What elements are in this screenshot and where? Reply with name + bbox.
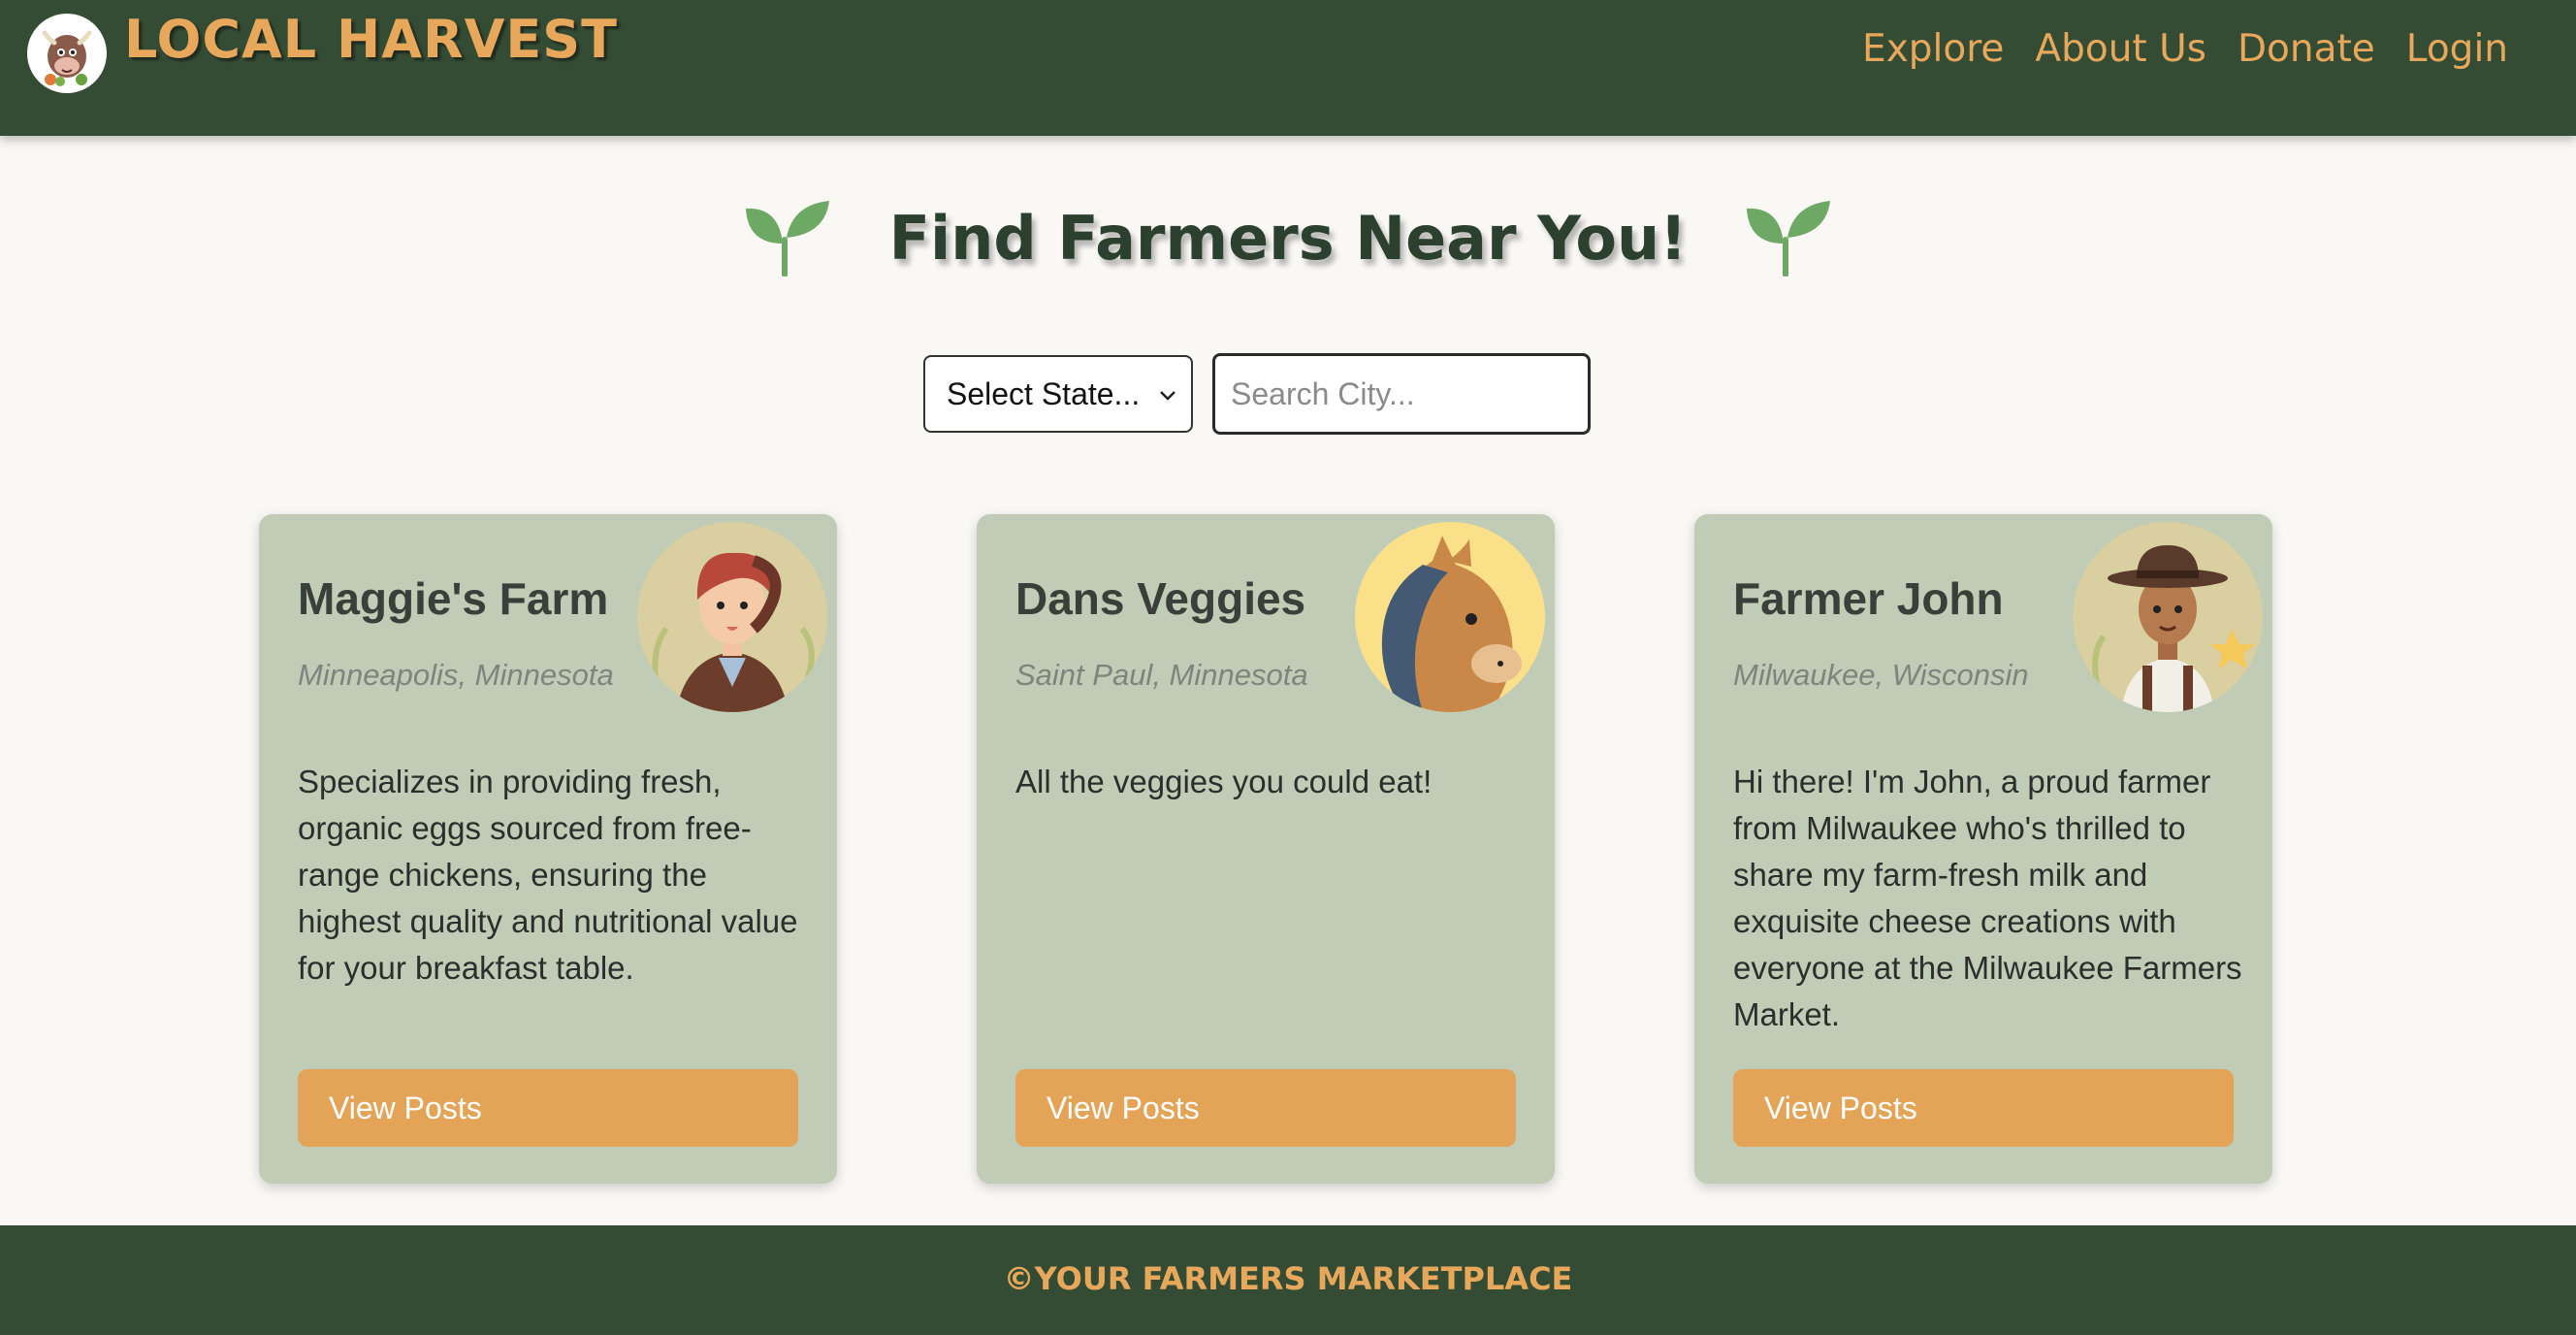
- farmer-name: Farmer John: [1733, 573, 2004, 624]
- main-nav: Explore About Us Donate Login: [1862, 27, 2508, 71]
- farmer-location: Minneapolis, Minnesota: [298, 658, 614, 692]
- state-select[interactable]: Select State...: [923, 355, 1193, 433]
- farmer-description: All the veggies you could eat!: [1015, 764, 1433, 799]
- city-search-input[interactable]: [1212, 353, 1591, 435]
- view-posts-button[interactable]: View Posts: [298, 1069, 798, 1147]
- site-footer: ©YOUR FARMERS MARKETPLACE: [0, 1225, 2576, 1335]
- view-posts-button[interactable]: View Posts: [1015, 1069, 1516, 1147]
- farmer-card: Dans Veggies Saint Paul, Minnesota All t…: [977, 514, 1555, 1184]
- farmer-name: Dans Veggies: [1015, 573, 1306, 624]
- farmer-card: Farmer John Milwaukee, Wisconsin Hi ther…: [1694, 514, 2272, 1184]
- page-title: Find Farmers Near You!: [888, 202, 1688, 274]
- farmer-man-avatar: [2073, 522, 2263, 712]
- sprout-icon: [1747, 201, 1831, 277]
- farmer-location: Saint Paul, Minnesota: [1015, 658, 1308, 692]
- nav-donate[interactable]: Donate: [2238, 27, 2375, 71]
- brand-name: LOCAL HARVEST: [124, 8, 618, 70]
- brand-logo[interactable]: LOCAL HARVEST: [27, 9, 618, 93]
- farmer-card: Maggie's Farm Minneapolis, Minnesota Spe…: [259, 514, 837, 1184]
- view-posts-button[interactable]: View Posts: [1733, 1069, 2234, 1147]
- farmer-woman-avatar: [637, 522, 827, 712]
- sprout-icon: [745, 201, 829, 277]
- state-select-value: Select State...: [947, 375, 1141, 411]
- farmer-description: Specializes in providing fresh, organic …: [298, 764, 798, 986]
- footer-copyright: ©YOUR FARMERS MARKETPLACE: [1003, 1259, 1573, 1297]
- cow-mascot-icon: [27, 14, 107, 93]
- title-row: Find Farmers Near You!: [0, 199, 2576, 277]
- nav-about-us[interactable]: About Us: [2035, 27, 2206, 71]
- chevron-down-icon: [1160, 391, 1175, 401]
- farmer-location: Milwaukee, Wisconsin: [1733, 658, 2029, 692]
- nav-explore[interactable]: Explore: [1862, 27, 2004, 71]
- horse-avatar: [1355, 522, 1545, 712]
- farmer-description: Hi there! I'm John, a proud farmer from …: [1733, 764, 2242, 1032]
- nav-login[interactable]: Login: [2406, 27, 2508, 71]
- site-header: LOCAL HARVEST Explore About Us Donate Lo…: [0, 0, 2576, 136]
- search-filters: Select State...: [923, 353, 1591, 435]
- farmer-name: Maggie's Farm: [298, 573, 609, 624]
